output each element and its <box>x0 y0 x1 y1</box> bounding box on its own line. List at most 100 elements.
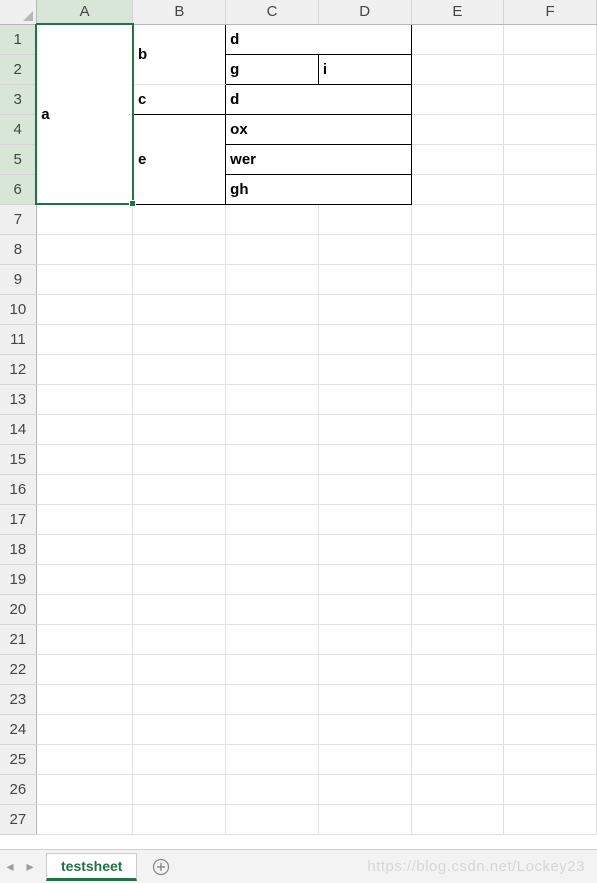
col-header-B[interactable]: B <box>133 0 226 24</box>
cell-D13[interactable] <box>318 384 411 414</box>
cell-E18[interactable] <box>411 534 504 564</box>
cell-D21[interactable] <box>318 624 411 654</box>
cell-E16[interactable] <box>411 474 504 504</box>
cell-E13[interactable] <box>411 384 504 414</box>
cell-F23[interactable] <box>504 684 597 714</box>
cell-E6[interactable] <box>411 174 504 204</box>
cell-A9[interactable] <box>36 264 133 294</box>
cell-E14[interactable] <box>411 414 504 444</box>
row-header-12[interactable]: 12 <box>0 354 36 384</box>
cell-B25[interactable] <box>133 744 226 774</box>
cell-E10[interactable] <box>411 294 504 324</box>
cell-E8[interactable] <box>411 234 504 264</box>
cell-D18[interactable] <box>318 534 411 564</box>
cell-F26[interactable] <box>504 774 597 804</box>
cell-E1[interactable] <box>411 24 504 54</box>
cell-D25[interactable] <box>318 744 411 774</box>
cell-A16[interactable] <box>36 474 133 504</box>
cell-B4[interactable]: e <box>133 114 226 204</box>
cell-C4[interactable]: ox <box>226 114 411 144</box>
cell-C10[interactable] <box>226 294 319 324</box>
select-all-corner[interactable] <box>0 0 36 24</box>
cell-D2[interactable]: i <box>318 54 411 84</box>
cell-E3[interactable] <box>411 84 504 114</box>
cell-E17[interactable] <box>411 504 504 534</box>
cell-C27[interactable] <box>226 804 319 834</box>
cell-B12[interactable] <box>133 354 226 384</box>
row-header-11[interactable]: 11 <box>0 324 36 354</box>
cell-C5[interactable]: wer <box>226 144 411 174</box>
cell-F22[interactable] <box>504 654 597 684</box>
cell-E2[interactable] <box>411 54 504 84</box>
cell-F7[interactable] <box>504 204 597 234</box>
cell-D23[interactable] <box>318 684 411 714</box>
col-header-E[interactable]: E <box>411 0 504 24</box>
cell-C2[interactable]: g <box>226 54 319 84</box>
row-header-25[interactable]: 25 <box>0 744 36 774</box>
cell-C26[interactable] <box>226 774 319 804</box>
row-header-13[interactable]: 13 <box>0 384 36 414</box>
cell-C23[interactable] <box>226 684 319 714</box>
cell-D9[interactable] <box>318 264 411 294</box>
cell-E15[interactable] <box>411 444 504 474</box>
cell-E23[interactable] <box>411 684 504 714</box>
cell-C1[interactable]: d <box>226 24 411 54</box>
cell-E21[interactable] <box>411 624 504 654</box>
cell-A26[interactable] <box>36 774 133 804</box>
col-header-C[interactable]: C <box>226 0 319 24</box>
cell-F25[interactable] <box>504 744 597 774</box>
row-header-14[interactable]: 14 <box>0 414 36 444</box>
cell-C18[interactable] <box>226 534 319 564</box>
cell-D20[interactable] <box>318 594 411 624</box>
cell-D22[interactable] <box>318 654 411 684</box>
row-header-4[interactable]: 4 <box>0 114 36 144</box>
tab-nav-next-icon[interactable]: ▸ <box>20 854 40 880</box>
cell-F9[interactable] <box>504 264 597 294</box>
cell-D24[interactable] <box>318 714 411 744</box>
cell-C14[interactable] <box>226 414 319 444</box>
cell-B14[interactable] <box>133 414 226 444</box>
row-header-8[interactable]: 8 <box>0 234 36 264</box>
cell-F3[interactable] <box>504 84 597 114</box>
row-header-23[interactable]: 23 <box>0 684 36 714</box>
cell-A8[interactable] <box>36 234 133 264</box>
cell-D14[interactable] <box>318 414 411 444</box>
cell-D17[interactable] <box>318 504 411 534</box>
cell-E25[interactable] <box>411 744 504 774</box>
cell-B24[interactable] <box>133 714 226 744</box>
row-header-17[interactable]: 17 <box>0 504 36 534</box>
row-header-18[interactable]: 18 <box>0 534 36 564</box>
cell-F16[interactable] <box>504 474 597 504</box>
cell-C13[interactable] <box>226 384 319 414</box>
cell-B7[interactable] <box>133 204 226 234</box>
tab-nav-prev-icon[interactable]: ◂ <box>0 854 20 880</box>
cell-B9[interactable] <box>133 264 226 294</box>
row-header-21[interactable]: 21 <box>0 624 36 654</box>
cell-E20[interactable] <box>411 594 504 624</box>
cell-D7[interactable] <box>318 204 411 234</box>
cell-C24[interactable] <box>226 714 319 744</box>
cell-D12[interactable] <box>318 354 411 384</box>
cell-B23[interactable] <box>133 684 226 714</box>
sheet-tab-active[interactable]: testsheet <box>46 853 137 881</box>
cell-A27[interactable] <box>36 804 133 834</box>
cell-F19[interactable] <box>504 564 597 594</box>
row-header-5[interactable]: 5 <box>0 144 36 174</box>
cell-A19[interactable] <box>36 564 133 594</box>
cell-F17[interactable] <box>504 504 597 534</box>
cell-A24[interactable] <box>36 714 133 744</box>
cell-B20[interactable] <box>133 594 226 624</box>
row-header-2[interactable]: 2 <box>0 54 36 84</box>
row-header-9[interactable]: 9 <box>0 264 36 294</box>
cell-B19[interactable] <box>133 564 226 594</box>
cell-B13[interactable] <box>133 384 226 414</box>
row-header-1[interactable]: 1 <box>0 24 36 54</box>
cell-F12[interactable] <box>504 354 597 384</box>
cell-E5[interactable] <box>411 144 504 174</box>
row-header-10[interactable]: 10 <box>0 294 36 324</box>
row-header-7[interactable]: 7 <box>0 204 36 234</box>
cell-F21[interactable] <box>504 624 597 654</box>
cell-C9[interactable] <box>226 264 319 294</box>
cell-E4[interactable] <box>411 114 504 144</box>
cell-D16[interactable] <box>318 474 411 504</box>
